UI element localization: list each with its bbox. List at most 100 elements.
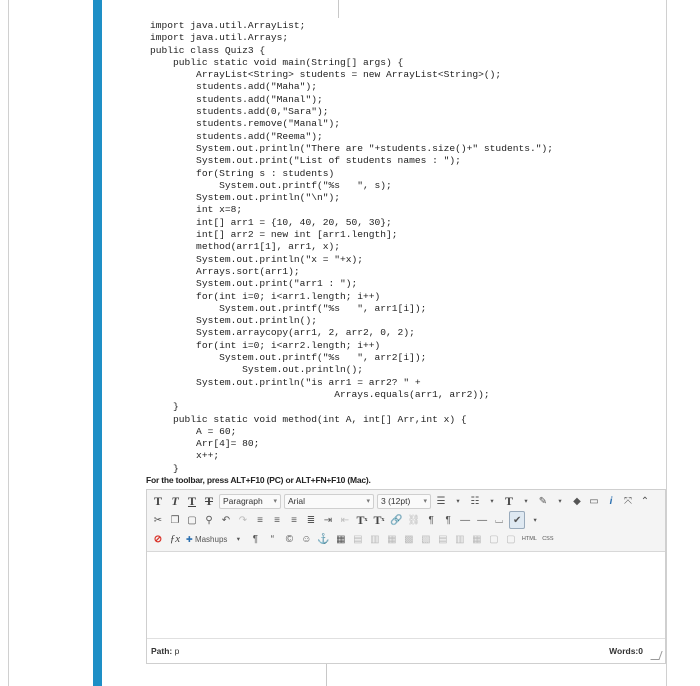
mashups-button[interactable]: ✚ Mashups bbox=[185, 531, 228, 547]
spellcheck-icon[interactable]: ✔ bbox=[509, 511, 526, 529]
font-size-select[interactable]: 3 (12pt) ▾ bbox=[377, 493, 431, 509]
html-source-button[interactable]: HTML bbox=[521, 531, 538, 547]
table-delete-col-icon[interactable]: ▢ bbox=[487, 531, 501, 547]
copy-icon[interactable]: ❐ bbox=[168, 512, 182, 528]
rtl-direction-icon[interactable]: ¶ bbox=[441, 512, 455, 528]
code-line: for(String s : students) bbox=[150, 167, 335, 179]
resize-handle-icon[interactable] bbox=[650, 651, 663, 660]
table-column-icon[interactable]: ▥ bbox=[368, 531, 382, 547]
fullscreen-icon[interactable]: ⤧ bbox=[621, 493, 635, 509]
top-divider bbox=[338, 0, 339, 18]
chevron-down-icon[interactable]: ▾ bbox=[519, 493, 533, 509]
element-path: Path: p bbox=[151, 646, 180, 656]
code-line: students.add("Maha"); bbox=[150, 81, 317, 93]
code-line: public class Quiz3 { bbox=[150, 44, 266, 56]
record-icon[interactable]: ⊘ bbox=[151, 531, 165, 547]
table-delete-icon[interactable]: ▢ bbox=[504, 531, 518, 547]
emoticon-icon[interactable]: ☺ bbox=[299, 531, 313, 547]
left-accent-bar bbox=[93, 0, 102, 686]
chevron-down-icon[interactable]: ▾ bbox=[528, 512, 542, 528]
chevron-down-icon[interactable]: ▾ bbox=[485, 493, 499, 509]
css-button[interactable]: CSS bbox=[541, 531, 555, 547]
collapse-toolbar-icon[interactable]: ⌃ bbox=[638, 493, 652, 509]
code-line: System.out.printf("%s ", arr1[i]); bbox=[150, 302, 427, 314]
editor-content-area[interactable] bbox=[147, 552, 665, 640]
align-left-icon[interactable]: ≡ bbox=[253, 512, 267, 528]
code-line: System.arraycopy(arr1, 2, arr2, 0, 2); bbox=[150, 327, 415, 339]
code-line: students.add("Manal"); bbox=[150, 93, 323, 105]
eraser-icon[interactable]: ◆ bbox=[570, 493, 584, 509]
align-justify-icon[interactable]: ≣ bbox=[304, 512, 318, 528]
align-right-icon[interactable]: ≡ bbox=[287, 512, 301, 528]
table-cell-icon[interactable]: ▦ bbox=[385, 531, 399, 547]
table-icon[interactable]: ▦ bbox=[334, 531, 348, 547]
formula-icon[interactable]: ƒx bbox=[168, 531, 182, 547]
code-line: int[] arr1 = {10, 40, 20, 50, 30}; bbox=[150, 216, 392, 228]
code-line: x++; bbox=[150, 450, 220, 462]
horizontal-rule-icon[interactable]: — bbox=[458, 512, 472, 528]
redo-icon[interactable]: ↷ bbox=[236, 512, 250, 528]
preview-icon[interactable]: ▭ bbox=[587, 493, 601, 509]
code-line: import java.util.ArrayList; bbox=[150, 20, 306, 31]
code-line: Arrays.equals(arr1, arr2)); bbox=[150, 388, 490, 400]
horizontal-line-icon[interactable]: — bbox=[475, 512, 489, 528]
superscript-button[interactable]: Tx bbox=[355, 512, 369, 528]
chevron-down-icon: ▾ bbox=[423, 498, 427, 505]
table-merge-icon[interactable]: ▩ bbox=[402, 531, 416, 547]
table-insert-col-icon[interactable]: ▦ bbox=[470, 531, 484, 547]
info-icon[interactable]: i bbox=[604, 493, 618, 509]
bullet-list-icon[interactable]: ☰ bbox=[434, 493, 448, 509]
bottom-divider bbox=[326, 664, 327, 686]
left-page-border bbox=[8, 0, 9, 686]
chevron-down-icon[interactable]: ▾ bbox=[451, 493, 465, 509]
paste-icon[interactable]: ▢ bbox=[185, 512, 199, 528]
mashups-icon: ✚ bbox=[186, 534, 193, 544]
find-icon[interactable]: ⚲ bbox=[202, 512, 216, 528]
table-row-icon[interactable]: ▤ bbox=[351, 531, 365, 547]
code-line: public static void method(int A, int[] A… bbox=[150, 413, 467, 425]
anchor-icon[interactable]: ⚓ bbox=[316, 531, 330, 547]
rich-text-editor[interactable]: T T T T Paragraph ▾ Arial ▾ 3 (12pt) ▾ ☰ ▾ … bbox=[146, 489, 666, 664]
paragraph-mark-icon[interactable]: ¶ bbox=[248, 531, 262, 547]
chevron-down-icon[interactable]: ▾ bbox=[553, 493, 567, 509]
underline-button[interactable]: T bbox=[185, 493, 199, 509]
subscript-button[interactable]: Tx bbox=[372, 512, 386, 528]
code-line: System.out.println("\n"); bbox=[150, 192, 340, 204]
table-delete-row-icon[interactable]: ▥ bbox=[453, 531, 467, 547]
bold-button[interactable]: T bbox=[151, 493, 165, 509]
chevron-down-icon[interactable]: ▾ bbox=[231, 531, 245, 547]
copyright-icon[interactable]: © bbox=[282, 531, 296, 547]
highlight-pen-icon[interactable]: ✎ bbox=[536, 493, 550, 509]
italic-button[interactable]: T bbox=[168, 493, 182, 509]
ltr-direction-icon[interactable]: ¶ bbox=[424, 512, 438, 528]
toolbar-instruction: For the toolbar, press ALT+F10 (PC) or A… bbox=[146, 475, 371, 485]
outdent-icon[interactable]: ⇤ bbox=[338, 512, 352, 528]
align-center-icon[interactable]: ≡ bbox=[270, 512, 284, 528]
indent-icon[interactable]: ⇥ bbox=[321, 512, 335, 528]
undo-icon[interactable]: ↶ bbox=[219, 512, 233, 528]
word-count: Words:0 bbox=[609, 646, 643, 656]
code-line: System.out.println(); bbox=[150, 364, 364, 376]
code-line: import java.util.Arrays; bbox=[150, 32, 289, 44]
code-line: students.remove("Manal"); bbox=[150, 118, 340, 130]
unlink-icon[interactable]: ⛓ bbox=[406, 512, 421, 528]
code-line: public static void main(String[] args) { bbox=[150, 56, 404, 68]
code-line: System.out.println("There are "+students… bbox=[150, 142, 554, 154]
paragraph-select[interactable]: Paragraph ▾ bbox=[219, 493, 281, 509]
font-family-select[interactable]: Arial ▾ bbox=[284, 493, 374, 509]
code-line: System.out.print("arr1 : "); bbox=[150, 278, 358, 290]
nonbreaking-space-icon[interactable]: ⌴ bbox=[492, 512, 506, 528]
table-insert-row-icon[interactable]: ▤ bbox=[436, 531, 450, 547]
link-icon[interactable]: 🔗 bbox=[389, 512, 403, 528]
strikethrough-button[interactable]: T bbox=[202, 493, 216, 509]
cut-icon[interactable]: ✂ bbox=[151, 512, 165, 528]
chevron-down-icon: ▾ bbox=[273, 498, 277, 505]
blockquote-icon[interactable]: “ bbox=[265, 531, 279, 547]
code-line: } bbox=[150, 401, 179, 413]
font-color-button[interactable]: T bbox=[502, 493, 516, 509]
code-line: System.out.println("x = "+x); bbox=[150, 253, 364, 265]
code-line: Arrays.sort(arr1); bbox=[150, 265, 300, 277]
table-split-icon[interactable]: ▧ bbox=[419, 531, 433, 547]
code-line: System.out.println(); bbox=[150, 315, 317, 327]
numbered-list-icon[interactable]: ☷ bbox=[468, 493, 482, 509]
